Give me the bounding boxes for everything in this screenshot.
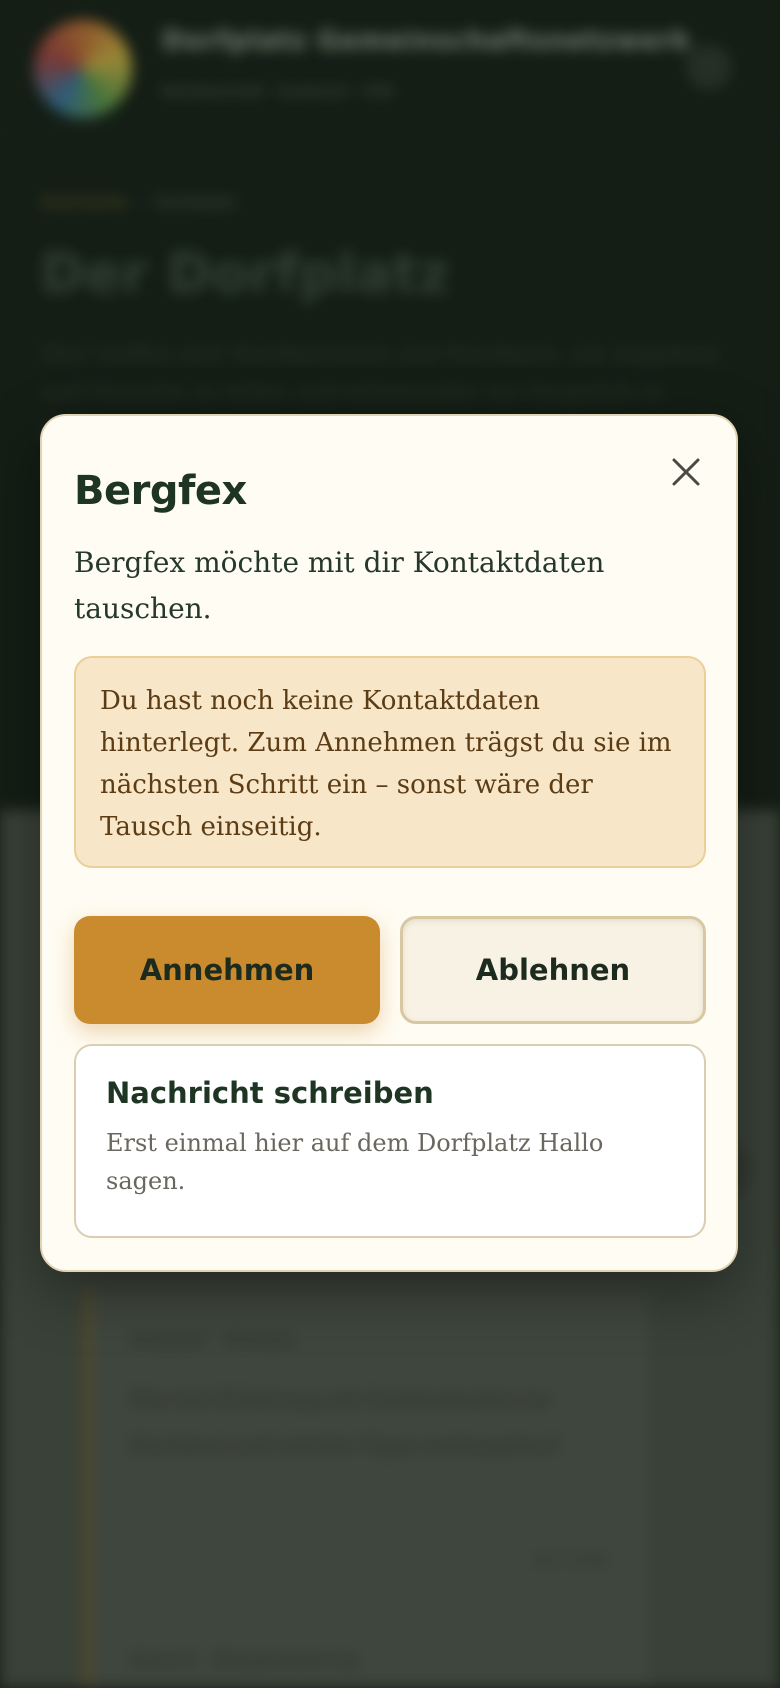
write-message-option[interactable]: Nachricht schreiben Erst einmal hier auf…: [74, 1044, 706, 1238]
decline-button[interactable]: Ablehnen: [400, 916, 706, 1024]
close-icon: [672, 458, 700, 486]
dialog-text: Bergfex möchte mit dir Kontaktdaten taus…: [74, 546, 605, 625]
dialog-title: Bergfex: [74, 468, 247, 514]
write-message-title: Nachricht schreiben: [106, 1076, 434, 1110]
contact-exchange-dialog: Bergfex Bergfex möchte mit dir Kontaktda…: [40, 414, 738, 1272]
close-button[interactable]: [666, 452, 706, 492]
accept-button[interactable]: Annehmen: [74, 916, 380, 1024]
missing-contact-notice: Du hast noch keine Kontaktdaten hinterle…: [74, 656, 706, 868]
write-message-subtitle: Erst einmal hier auf dem Dorfplatz Hallo…: [106, 1129, 604, 1195]
